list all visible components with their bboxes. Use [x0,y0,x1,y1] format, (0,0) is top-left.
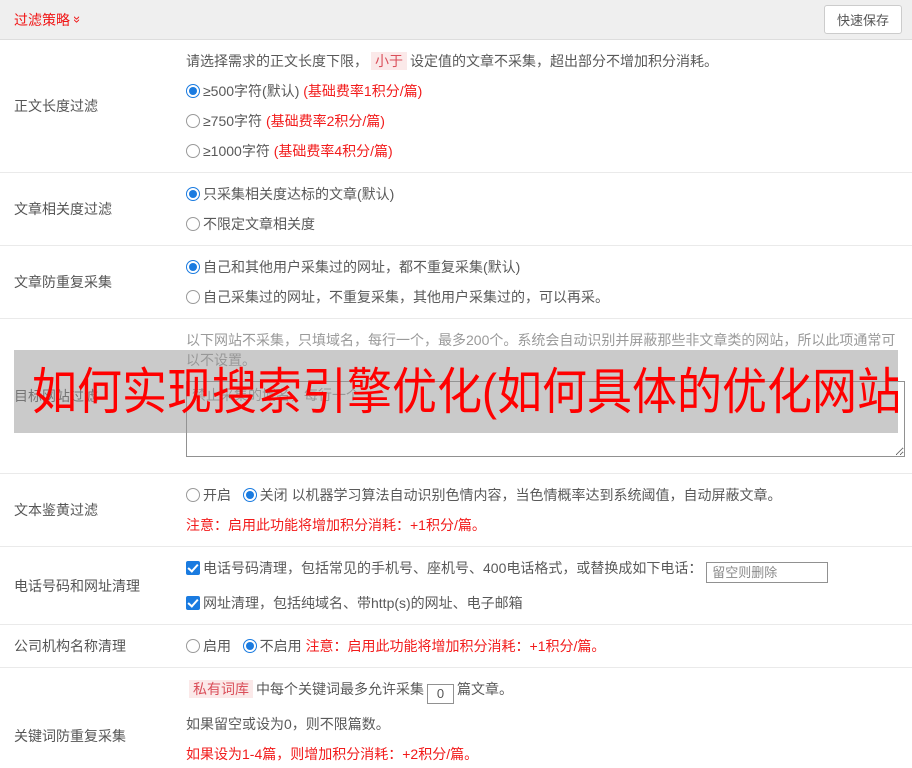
row-label-keyword-dedup: 关键词防重复采集 [14,728,126,745]
private-lexicon-badge: 私有词库 [189,680,253,698]
option-label: ≥500字符(默认) [203,83,300,99]
row-company-clean: 公司机构名称清理 启用 不启用 注意：启用此功能将增加积分消耗：+1积分/篇。 [0,625,912,668]
radio-button-icon[interactable] [186,114,200,128]
row-content: 请选择需求的正文长度下限， 小于 设定值的文章不采集，超出部分不增加积分消耗。 ≥5… [186,51,912,161]
porn-filter-cost-note: 注意：启用此功能将增加积分消耗：+1积分/篇。 [186,517,486,533]
row-content: 开启 关闭 以机器学习算法自动识别色情内容，当色情概率达到系统阈值，自动屏蔽文章… [186,485,912,535]
option-label: 关闭 [259,487,288,503]
option-label: 不启用 [259,638,302,654]
checkbox-checked-icon[interactable] [186,561,200,575]
keyword-note-cost: 如果设为1-4篇，则增加积分消耗：+2积分/篇。 [186,745,479,762]
option-relevance-any[interactable]: 不限定文章相关度 [186,214,905,234]
option-cost-note: (基础费率2积分/篇) [265,113,385,129]
option-porn-off[interactable]: 关闭 [242,487,288,503]
row-content: 只采集相关度达标的文章(默认) 不限定文章相关度 [186,184,912,234]
phone-clean-option[interactable]: 电话号码清理，包括常见的手机号、座机号、400电话格式，或替换成如下电话： [186,558,905,583]
checkbox-checked-icon[interactable] [186,596,200,610]
option-cost-note: (基础费率1积分/篇) [303,83,423,99]
radio-button-icon[interactable] [186,84,200,98]
option-dedup-self-only[interactable]: 自己采集过的网址，不重复采集，其他用户采集过的，可以再采。 [186,287,905,307]
keyword-note-unlimited: 如果留空或设为0，则不限篇数。 [186,715,390,732]
row-label-porn-filter: 文本鉴黄过滤 [14,502,98,518]
radio-button-icon[interactable] [186,217,200,231]
row-relevance-filter: 文章相关度过滤 只采集相关度达标的文章(默认) 不限定文章相关度 [0,173,912,246]
option-cost-note: (基础费率4积分/篇) [273,143,393,159]
section-toggle-filter-strategy[interactable]: 过滤策略 » [14,10,86,30]
option-porn-on[interactable]: 开启 [186,487,231,503]
keyword-limit-line: 私有词库中每个关键词最多允许采集篇文章。 [186,679,905,704]
header-bar: 过滤策略 » 快速保存 [0,0,912,40]
page-title: 过滤策略 [14,11,70,28]
option-label: 自己采集过的网址，不重复采集，其他用户采集过的，可以再采。 [203,289,609,305]
radio-button-icon[interactable] [186,488,200,502]
quick-save-button[interactable]: 快速保存 [823,5,902,34]
radio-button-icon[interactable] [242,639,257,653]
row-label-phone-url: 电话号码和网址清理 [14,577,140,594]
url-clean-option[interactable]: 网址清理，包括纯域名、带http(s)的网址、电子邮箱 [186,593,905,613]
row-label-relevance: 文章相关度过滤 [14,201,112,217]
option-label: 开启 [203,487,231,503]
keyword-limit-input[interactable] [427,683,454,704]
watermark-text: 如何实现搜索引擎优化(如何具体的优化网站 [32,364,898,420]
porn-filter-description: 以机器学习算法自动识别色情内容，当色情概率达到系统阈值，自动屏蔽文章。 [291,487,782,503]
option-length-1000[interactable]: ≥1000字符 (基础费率4积分/篇) [186,141,905,161]
phone-clean-label: 电话号码清理，包括常见的手机号、座机号、400电话格式，或替换成如下电话： [203,560,703,576]
row-content-length-filter: 正文长度过滤 请选择需求的正文长度下限， 小于 设定值的文章不采集，超出部分不增加积… [0,40,912,173]
chevron-down-icon: » [70,15,86,24]
option-company-disable[interactable]: 不启用 [242,638,302,654]
option-company-enable[interactable]: 启用 [186,638,231,654]
row-content: 电话号码清理，包括常见的手机号、座机号、400电话格式，或替换成如下电话： 网址… [186,558,912,613]
url-clean-label: 网址清理，包括纯域名、带http(s)的网址、电子邮箱 [203,595,523,611]
row-label-dedup: 文章防重复采集 [14,274,112,290]
less-than-badge: 小于 [371,52,407,70]
option-relevance-strict[interactable]: 只采集相关度达标的文章(默认) [186,184,905,204]
option-label: 启用 [203,638,231,654]
length-intro-text: 请选择需求的正文长度下限， 小于 设定值的文章不采集，超出部分不增加积分消耗。 [186,52,718,70]
replacement-phone-input[interactable] [706,562,829,583]
radio-button-icon[interactable] [186,290,200,304]
option-label: 不限定文章相关度 [203,216,315,232]
row-content: 启用 不启用 注意：启用此功能将增加积分消耗：+1积分/篇。 [186,636,912,656]
radio-button-icon[interactable] [186,144,200,158]
row-label-content-length: 正文长度过滤 [14,98,98,114]
radio-button-icon[interactable] [186,260,200,274]
radio-button-icon[interactable] [242,488,257,502]
option-label: 自己和其他用户采集过的网址，都不重复采集(默认) [203,259,521,275]
filter-strategy-page: 过滤策略 » 快速保存 正文长度过滤 请选择需求的正文长度下限， 小于 设定值的文章… [0,0,912,768]
row-phone-url-clean: 电话号码和网址清理 电话号码清理，包括常见的手机号、座机号、400电话格式，或替… [0,547,912,625]
option-length-750[interactable]: ≥750字符 (基础费率2积分/篇) [186,111,905,131]
watermark-overlay: 如何实现搜索引擎优化(如何具体的优化网站 [14,350,898,433]
company-clean-options: 启用 不启用 注意：启用此功能将增加积分消耗：+1积分/篇。 [186,636,905,656]
row-keyword-dedup: 关键词防重复采集 私有词库中每个关键词最多允许采集篇文章。 如果留空或设为0，则… [0,668,912,768]
radio-button-icon[interactable] [186,187,200,201]
row-dedup-filter: 文章防重复采集 自己和其他用户采集过的网址，都不重复采集(默认) 自己采集过的网… [0,246,912,319]
radio-button-icon[interactable] [186,639,200,653]
option-label: ≥1000字符 [203,143,270,159]
option-length-500[interactable]: ≥500字符(默认) (基础费率1积分/篇) [186,81,905,101]
option-dedup-global[interactable]: 自己和其他用户采集过的网址，都不重复采集(默认) [186,257,905,277]
option-label: 只采集相关度达标的文章(默认) [203,186,395,202]
porn-filter-options: 开启 关闭 以机器学习算法自动识别色情内容，当色情概率达到系统阈值，自动屏蔽文章… [186,485,905,505]
company-clean-cost-note: 注意：启用此功能将增加积分消耗：+1积分/篇。 [305,638,606,654]
row-content: 自己和其他用户采集过的网址，都不重复采集(默认) 自己采集过的网址，不重复采集，… [186,257,912,307]
row-porn-filter: 文本鉴黄过滤 开启 关闭 以机器学习算法自动识别色情内容，当色情概率达到系统阈值… [0,474,912,547]
row-content: 私有词库中每个关键词最多允许采集篇文章。 如果留空或设为0，则不限篇数。 如果设… [186,679,912,768]
row-label-company-clean: 公司机构名称清理 [14,638,126,654]
option-label: ≥750字符 [203,113,263,129]
